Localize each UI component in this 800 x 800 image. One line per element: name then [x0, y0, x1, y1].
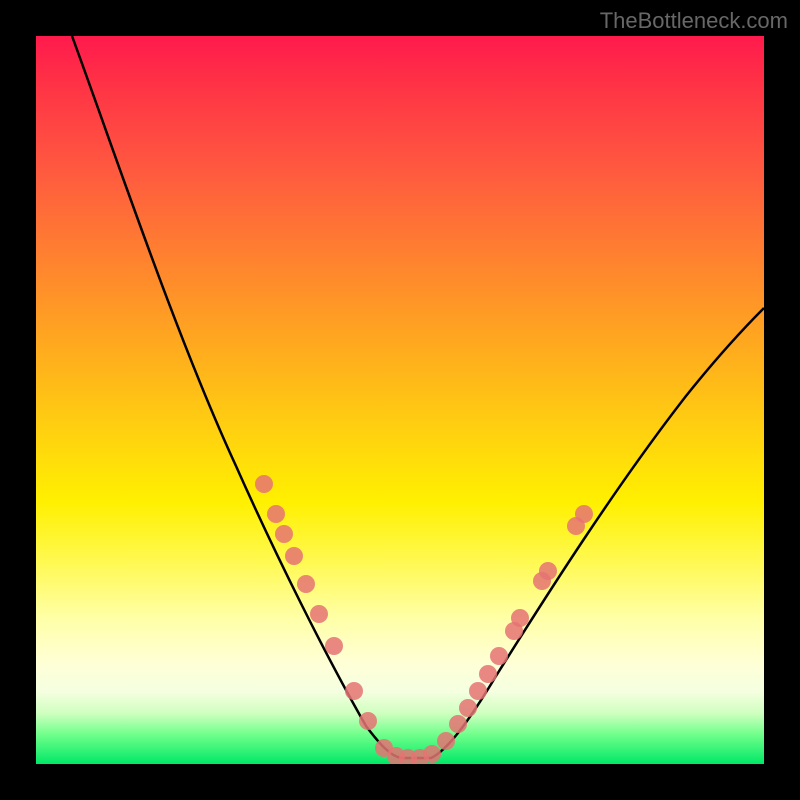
marker: [325, 637, 343, 655]
marker: [449, 715, 467, 733]
marker: [539, 562, 557, 580]
marker: [275, 525, 293, 543]
marker: [255, 475, 273, 493]
marker: [437, 732, 455, 750]
marker: [345, 682, 363, 700]
marker: [459, 699, 477, 717]
bottleneck-curve: [72, 36, 764, 758]
marker: [297, 575, 315, 593]
data-markers: [255, 475, 593, 764]
marker: [575, 505, 593, 523]
marker: [490, 647, 508, 665]
plot-area: [36, 36, 764, 764]
marker: [511, 609, 529, 627]
marker: [267, 505, 285, 523]
marker: [359, 712, 377, 730]
marker: [469, 682, 487, 700]
marker: [479, 665, 497, 683]
marker: [423, 745, 441, 763]
watermark: TheBottleneck.com: [600, 8, 788, 34]
marker: [285, 547, 303, 565]
marker: [310, 605, 328, 623]
chart-svg: [36, 36, 764, 764]
